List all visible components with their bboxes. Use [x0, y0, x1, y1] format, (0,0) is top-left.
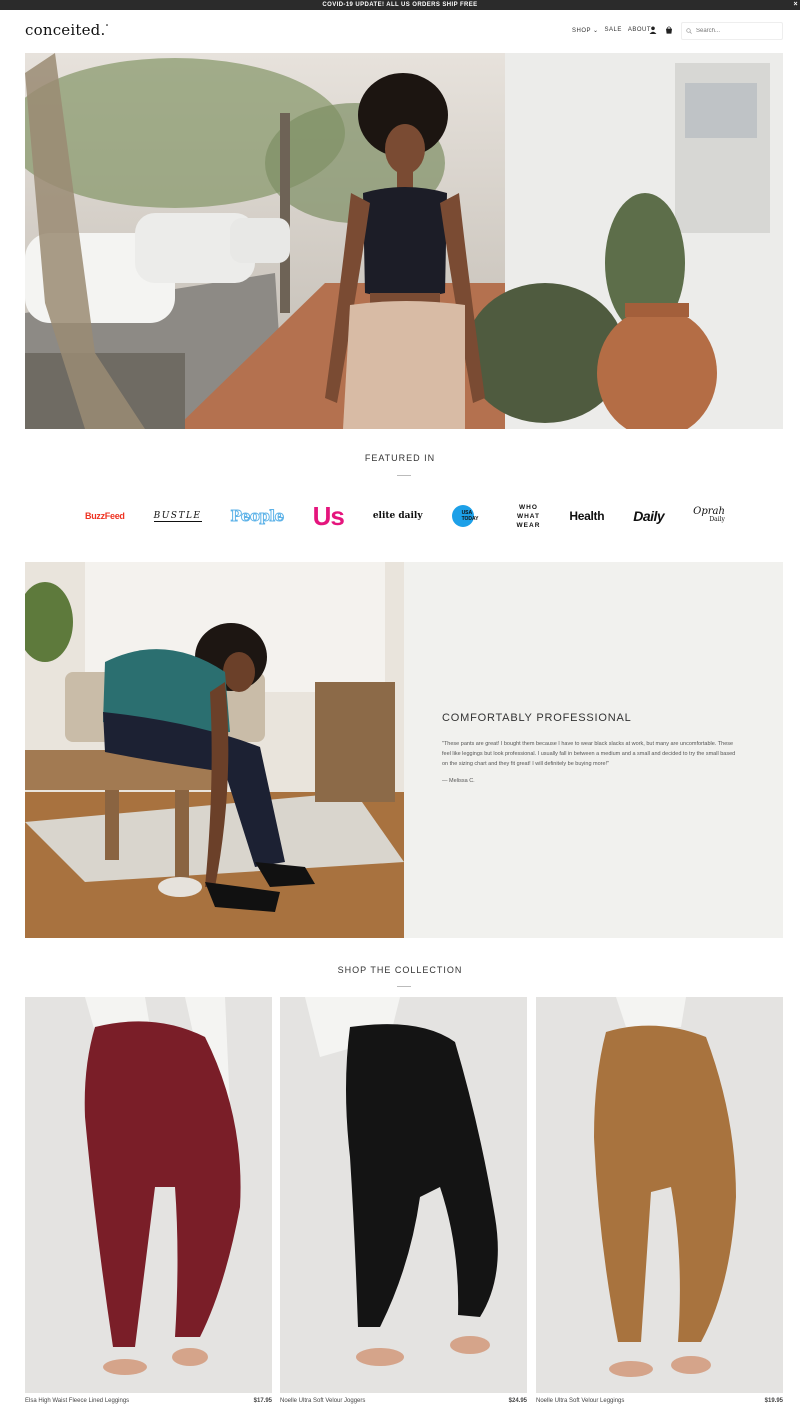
collection-title: SHOP THE COLLECTION [337, 965, 463, 975]
product-name[interactable]: Elsa High Waist Fleece Lined Leggings [25, 1398, 129, 1404]
product-name[interactable]: Noelle Ultra Soft Velour Joggers [280, 1398, 365, 1404]
product-image [536, 997, 783, 1393]
product-card[interactable]: Elsa High Waist Fleece Lined Leggings $1… [25, 997, 272, 1407]
usa-today-logo[interactable]: USA TODAY [451, 505, 488, 527]
product-card[interactable]: Noelle Ultra Soft Velour Leggings $19.95 [536, 997, 783, 1407]
usa-today-text: USA TODAY [461, 510, 479, 522]
hero-banner[interactable] [25, 53, 783, 429]
nav-shop-label: SHOP [572, 28, 592, 34]
testimonial-quote: "These pants are great! I bought them be… [442, 741, 736, 767]
nav-shop[interactable]: SHOP ⌄ [572, 27, 599, 34]
trademark-mark: ° [105, 24, 109, 31]
nav-about[interactable]: ABOUT [628, 27, 651, 34]
announcement-bar: COVID-19 UPDATE! ALL US ORDERS SHIP FREE… [0, 0, 800, 10]
oprah-line-2: Daily [709, 516, 725, 523]
oprah-daily-logo[interactable]: Oprah Daily [693, 506, 725, 524]
us-weekly-logo[interactable]: Us [313, 503, 345, 529]
testimonial-author: — Melissa C. [442, 778, 475, 784]
bustle-logo[interactable]: BUSTLE [153, 511, 202, 522]
site-logo[interactable]: conceited.° [25, 21, 109, 39]
main-nav: SHOP ⌄ SALE ABOUT [572, 27, 651, 34]
product-image [280, 997, 527, 1393]
oprah-line-1: Oprah [693, 506, 725, 517]
featured-title: FEATURED IN [364, 453, 436, 463]
testimonial-panel: COMFORTABLY PROFESSIONAL "These pants ar… [404, 562, 783, 938]
product-image [25, 997, 272, 1393]
announcement-text: COVID-19 UPDATE! ALL US ORDERS SHIP FREE [322, 2, 478, 8]
www-line-2: WHAT [516, 512, 540, 520]
search-icon [686, 28, 692, 34]
buzzfeed-logo[interactable]: BuzzFeed [85, 511, 125, 521]
hero-image [25, 53, 783, 429]
product-price: $19.95 [764, 1398, 783, 1404]
product-price: $24.95 [508, 1398, 527, 1404]
who-what-wear-logo[interactable]: WHO WHAT WEAR [517, 503, 541, 530]
collection-divider [397, 986, 411, 987]
close-icon[interactable]: × [794, 0, 799, 10]
testimonial-image [25, 562, 404, 938]
product-card[interactable]: Noelle Ultra Soft Velour Joggers $24.95 [280, 997, 527, 1407]
chevron-down-icon: ⌄ [593, 28, 599, 34]
logo-text: conceited. [25, 21, 106, 39]
nav-sale[interactable]: SALE [605, 27, 622, 34]
product-price: $17.95 [253, 1398, 272, 1404]
camel-leggings-photo [536, 997, 783, 1393]
search-input[interactable] [696, 28, 776, 34]
black-joggers-photo [280, 997, 527, 1393]
elite-daily-logo[interactable]: elite daily [373, 511, 423, 521]
www-line-1: WHO [519, 503, 538, 511]
press-logos: BuzzFeed BUSTLE People Us elite daily US… [85, 500, 725, 532]
health-logo[interactable]: Health [569, 509, 604, 523]
testimonial-heading: COMFORTABLY PROFESSIONAL [442, 712, 632, 724]
testimonial-photo [25, 562, 404, 938]
product-grid: Elsa High Waist Fleece Lined Leggings $1… [25, 997, 783, 1407]
daily-logo[interactable]: Daily [633, 508, 664, 524]
search-box[interactable] [681, 22, 783, 40]
featured-divider [397, 475, 411, 476]
product-name[interactable]: Noelle Ultra Soft Velour Leggings [536, 1398, 624, 1404]
people-logo[interactable]: People [230, 507, 285, 526]
cart-icon[interactable] [665, 26, 673, 34]
www-line-3: WEAR [516, 521, 541, 529]
account-icon[interactable] [649, 26, 657, 34]
site-header: conceited.° SHOP ⌄ SALE ABOUT [0, 10, 800, 52]
burgundy-leggings-photo [25, 997, 272, 1393]
